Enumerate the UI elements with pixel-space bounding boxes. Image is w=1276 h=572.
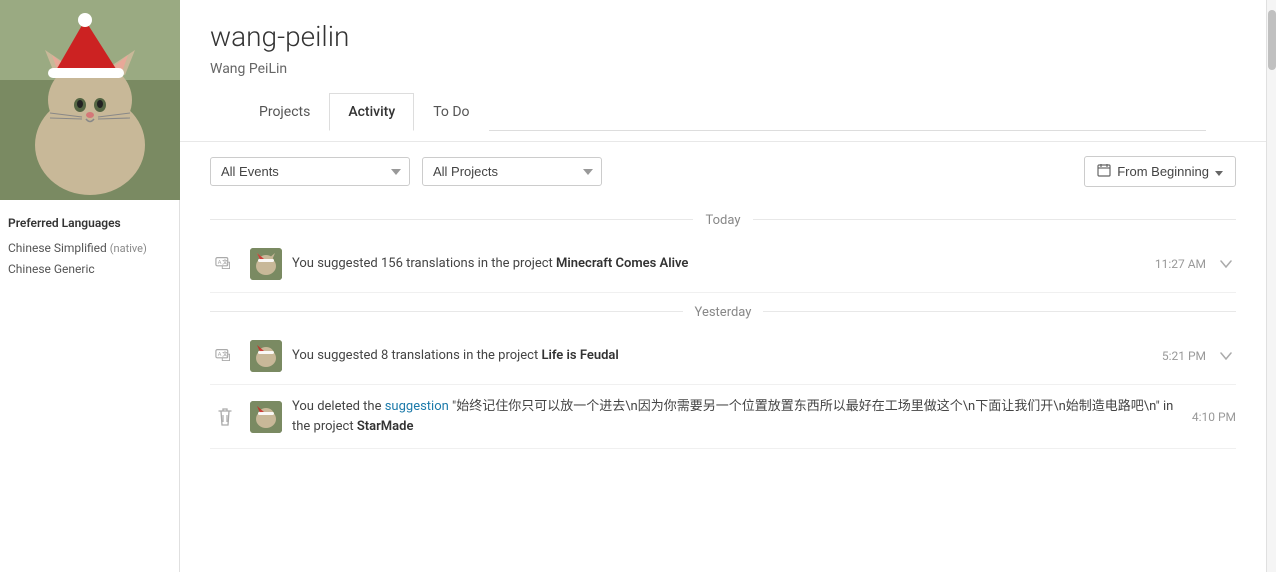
language-item-1: Chinese Simplified (native) xyxy=(8,240,171,257)
tab-todo[interactable]: To Do xyxy=(414,93,488,131)
user-avatar xyxy=(0,0,180,200)
filters-row: All Events All Projects From Beginning xyxy=(180,142,1266,201)
calendar-icon xyxy=(1097,163,1111,180)
activity-section: Today A 文 xyxy=(180,201,1266,449)
svg-text:A: A xyxy=(218,352,222,358)
activity-item-today-1: A 文 You suggested 156 translations in t xyxy=(210,236,1236,293)
profile-header: wang-peilin Wang PeiLin Projects Activit… xyxy=(180,0,1266,142)
activity-project-yesterday-1: Life is Feudal xyxy=(541,348,618,363)
activity-time-today-1: 11:27 AM xyxy=(1155,257,1206,271)
scrollbar[interactable] xyxy=(1266,0,1276,572)
delete-icon-wrapper xyxy=(210,405,240,429)
activity-project-today-1: Minecraft Comes Alive xyxy=(556,256,688,271)
date-filter-button[interactable]: From Beginning xyxy=(1084,156,1236,187)
activity-text-yesterday-1: You suggested 8 translations in the proj… xyxy=(292,346,1144,366)
day-label-today-text: Today xyxy=(693,213,752,228)
preferred-languages-section: Preferred Languages Chinese Simplified (… xyxy=(0,200,179,298)
activity-user-avatar-yesterday-1 xyxy=(250,340,282,372)
projects-filter[interactable]: All Projects xyxy=(422,157,602,186)
activity-delete-prefix: You deleted the xyxy=(292,399,385,414)
day-label-yesterday-text: Yesterday xyxy=(683,305,764,320)
date-filter-label: From Beginning xyxy=(1117,164,1209,179)
activity-user-avatar-yesterday-2 xyxy=(250,401,282,433)
activity-suggestion-link[interactable]: suggestion xyxy=(385,399,449,414)
date-filter-chevron xyxy=(1215,164,1223,179)
activity-text-yesterday-2: You deleted the suggestion "始终记住你只可以放一个进… xyxy=(292,397,1174,436)
activity-item-yesterday-1: A 文 You suggested 8 translations in the … xyxy=(210,328,1236,385)
tab-projects[interactable]: Projects xyxy=(240,93,329,131)
translation-icon-wrapper-2: A 文 xyxy=(210,344,240,368)
events-filter[interactable]: All Events xyxy=(210,157,410,186)
activity-text-today-1: You suggested 156 translations in the pr… xyxy=(292,254,1137,274)
preferred-languages-title: Preferred Languages xyxy=(8,216,171,230)
day-label-today: Today xyxy=(210,201,1236,236)
activity-user-avatar-today-1 xyxy=(250,248,282,280)
activity-text-prefix-y1: You suggested 8 translations in the proj… xyxy=(292,348,541,363)
scrollbar-thumb[interactable] xyxy=(1268,10,1276,70)
activity-text-prefix: You suggested 156 translations in the pr… xyxy=(292,256,556,271)
profile-username: wang-peilin xyxy=(210,20,1236,53)
translation-icon-wrapper: A 文 xyxy=(210,252,240,276)
sidebar: Preferred Languages Chinese Simplified (… xyxy=(0,0,180,572)
profile-tabs: Projects Activity To Do xyxy=(240,93,1206,131)
main-content: wang-peilin Wang PeiLin Projects Activit… xyxy=(180,0,1266,572)
language-note-1: (native) xyxy=(110,242,147,255)
activity-item-yesterday-2: You deleted the suggestion "始终记住你只可以放一个进… xyxy=(210,385,1236,449)
activity-time-yesterday-1: 5:21 PM xyxy=(1162,349,1206,363)
svg-text:A: A xyxy=(218,260,222,266)
language-name-2: Chinese Generic xyxy=(8,262,95,276)
day-label-yesterday: Yesterday xyxy=(210,293,1236,328)
activity-expand-today-1[interactable] xyxy=(1216,254,1236,274)
profile-realname: Wang PeiLin xyxy=(210,61,1236,77)
tab-activity[interactable]: Activity xyxy=(329,93,414,131)
language-name-1: Chinese Simplified xyxy=(8,241,107,255)
activity-project-yesterday-2: StarMade xyxy=(357,419,414,434)
activity-expand-yesterday-1[interactable] xyxy=(1216,346,1236,366)
activity-time-yesterday-2: 4:10 PM xyxy=(1192,410,1236,424)
language-item-2: Chinese Generic xyxy=(8,261,171,278)
